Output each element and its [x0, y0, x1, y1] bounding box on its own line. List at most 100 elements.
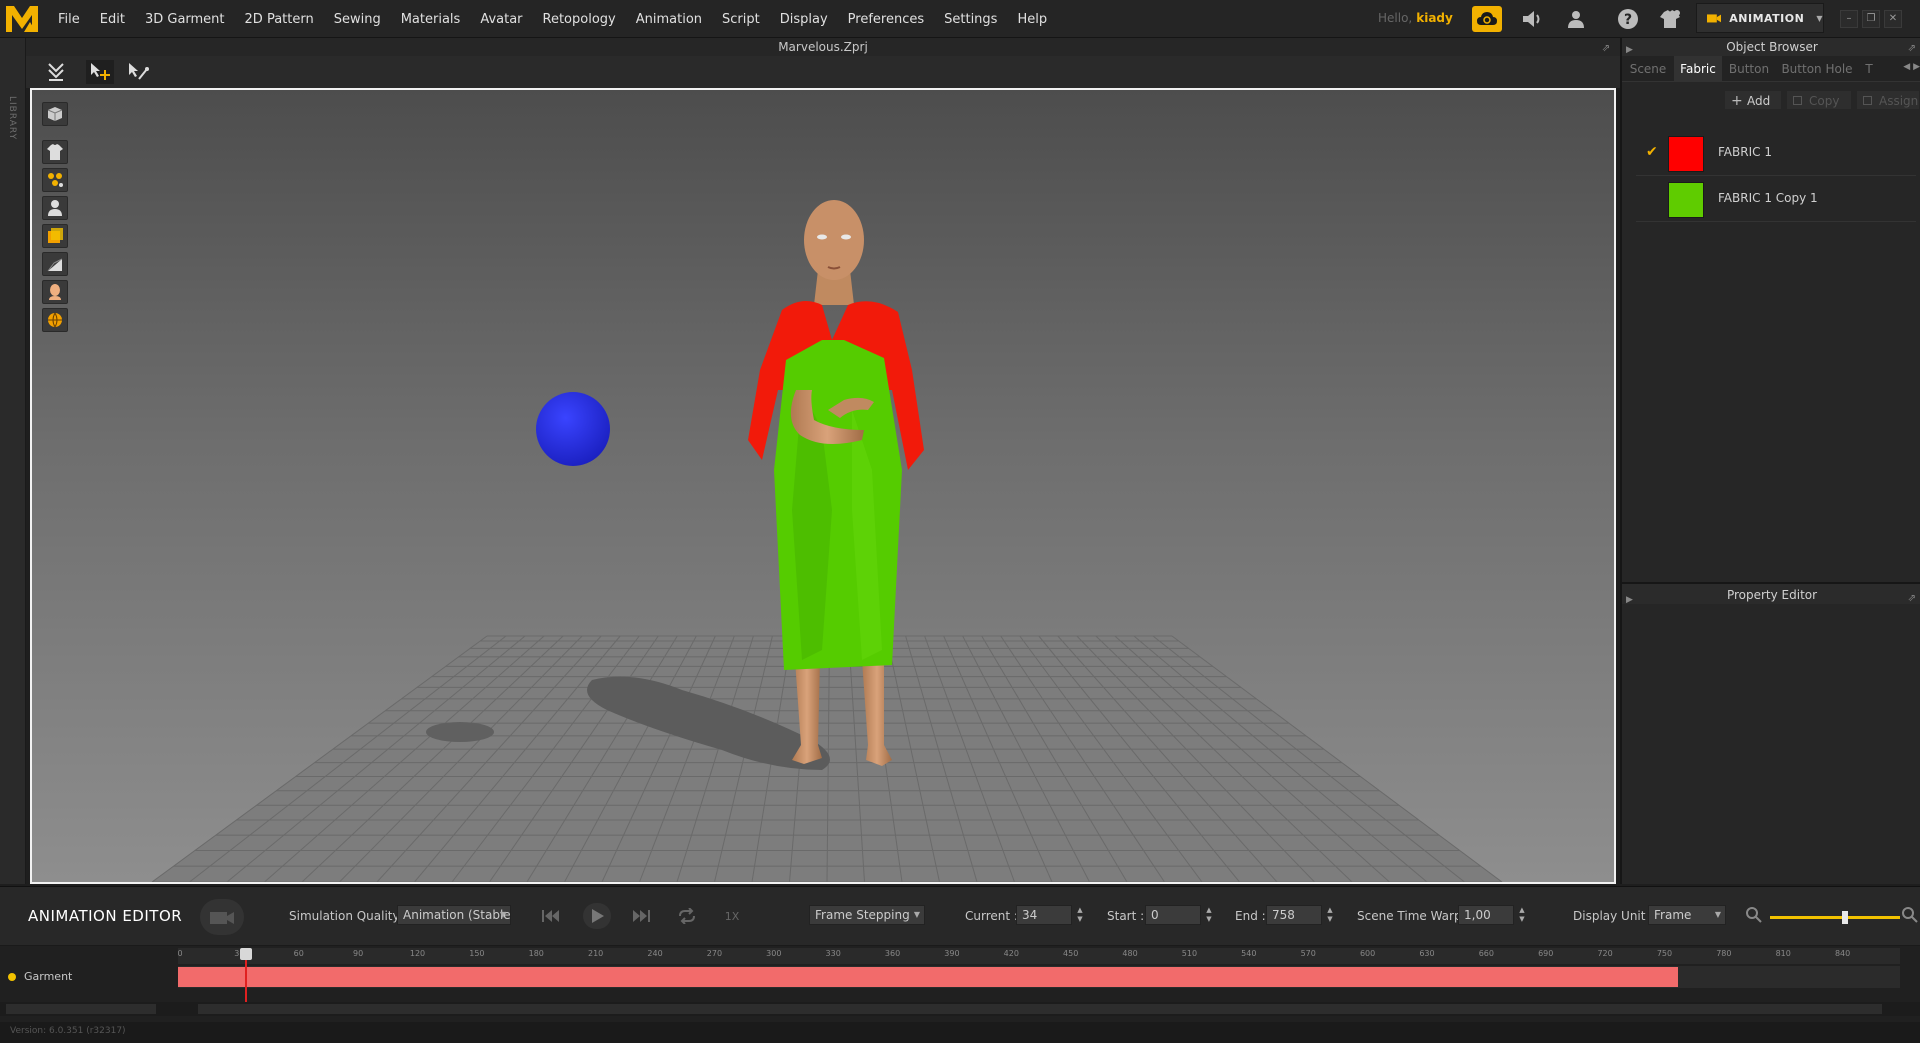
frame-stepping-select[interactable]: Frame Stepping ▼	[809, 905, 925, 925]
spinner-arrows-icon[interactable]: ▲ ▼	[1073, 906, 1087, 926]
assign-fabric-button[interactable]: Assign	[1856, 90, 1920, 110]
select-move-tool[interactable]	[86, 60, 114, 84]
tshirt-add-icon[interactable]	[1656, 6, 1684, 32]
environment-button[interactable]	[42, 308, 68, 332]
track-area[interactable]	[178, 948, 1900, 1014]
cloud-sync-icon[interactable]	[1472, 6, 1502, 32]
playhead-handle[interactable]	[240, 948, 253, 960]
fabric-swatch[interactable]	[1668, 136, 1704, 172]
fabric-list-item[interactable]: ✔ FABRIC 1	[1636, 130, 1916, 176]
ruler-tick-label: 720	[1597, 949, 1613, 958]
tab-button[interactable]: Button	[1722, 56, 1776, 82]
restore-button[interactable]: ❐	[1862, 10, 1880, 28]
popout-icon[interactable]: ⇗	[1908, 588, 1916, 610]
start-frame-input[interactable]: 0 ▲ ▼	[1145, 905, 1212, 925]
rewind-button[interactable]	[537, 903, 565, 929]
plus-icon: +	[1731, 93, 1743, 109]
animation-controls: ANIMATION EDITOR Simulation Quality Anim…	[0, 886, 1920, 946]
pin-icon[interactable]: ▶	[1626, 589, 1633, 611]
tab-scene[interactable]: Scene	[1622, 56, 1674, 82]
end-frame-input[interactable]: 758 ▲ ▼	[1266, 905, 1333, 925]
menu-settings[interactable]: Settings	[934, 0, 1007, 38]
close-button[interactable]: ✕	[1884, 10, 1902, 28]
timeline-zoom-slider[interactable]	[1770, 911, 1900, 924]
current-frame-input[interactable]: 34 ▲ ▼	[1016, 905, 1083, 925]
simulate-icon	[48, 63, 64, 81]
menu-materials[interactable]: Materials	[391, 0, 471, 38]
scene-time-warp-input[interactable]: 1,00 ▲ ▼	[1458, 905, 1525, 925]
play-button[interactable]	[583, 903, 611, 929]
show-pattern-button[interactable]	[42, 224, 68, 248]
zoom-in-icon[interactable]	[1902, 907, 1918, 927]
show-avatar-button[interactable]	[42, 196, 68, 220]
track-list-scrollbar[interactable]	[6, 1004, 156, 1014]
speaker-icon[interactable]	[1518, 6, 1546, 32]
minimize-button[interactable]: –	[1840, 10, 1858, 28]
fabric-list-item[interactable]: FABRIC 1 Copy 1	[1636, 176, 1916, 222]
3d-viewport[interactable]	[30, 88, 1616, 884]
spinner-arrows-icon[interactable]: ▲ ▼	[1515, 906, 1529, 926]
menu-edit[interactable]: Edit	[90, 0, 135, 38]
menu-avatar[interactable]: Avatar	[470, 0, 532, 38]
menu-3d-garment[interactable]: 3D Garment	[135, 0, 235, 38]
3d-scene[interactable]	[32, 90, 1614, 882]
chevron-down-icon: ▼	[913, 910, 920, 919]
menu-2d-pattern[interactable]: 2D Pattern	[235, 0, 324, 38]
ruler-tick-label: 120	[409, 949, 426, 958]
ruler-tick-label: 0	[177, 949, 183, 958]
zoom-out-icon[interactable]	[1746, 907, 1762, 927]
ruler-tick-label: 330	[825, 949, 841, 958]
library-panel-collapsed[interactable]: LIBRARY	[0, 38, 26, 884]
avatar-skin-button[interactable]	[42, 280, 68, 304]
simulation-quality-select[interactable]: Animation (Stable ▼	[397, 905, 511, 925]
playback-speed-button[interactable]: 1X	[718, 903, 746, 929]
spinner-arrows-icon[interactable]: ▲ ▼	[1202, 906, 1216, 926]
spinner-arrows-icon[interactable]: ▲ ▼	[1323, 906, 1337, 926]
garment-icon	[47, 144, 63, 160]
user-account-icon[interactable]	[1562, 6, 1590, 32]
garment-track-bar[interactable]	[178, 967, 1679, 987]
menu-file[interactable]: File	[48, 0, 90, 38]
menu-retopology[interactable]: Retopology	[533, 0, 626, 38]
start-frame-label: Start :	[1107, 909, 1145, 923]
menu-display[interactable]: Display	[770, 0, 838, 38]
blue-sphere[interactable]	[536, 392, 610, 466]
mode-selector[interactable]: ANIMATION ▼	[1696, 3, 1824, 33]
track-label[interactable]: Garment	[0, 966, 178, 988]
menu-animation[interactable]: Animation	[626, 0, 712, 38]
timeline-horizontal-scrollbar[interactable]	[198, 1004, 1882, 1014]
menu-script[interactable]: Script	[712, 0, 770, 38]
timeline[interactable]: 0306090120150180210240270300330360390420…	[0, 946, 1920, 1022]
track-visibility-dot[interactable]	[8, 973, 16, 981]
show-particles-button[interactable]	[42, 168, 68, 192]
copy-fabric-button[interactable]: Copy	[1786, 90, 1852, 110]
chevron-down-icon: ▼	[1714, 910, 1721, 919]
timeline-ruler[interactable]: 0306090120150180210240270300330360390420…	[177, 948, 1900, 964]
tab-button-hole[interactable]: Button Hole	[1776, 56, 1858, 82]
menu-sewing[interactable]: Sewing	[324, 0, 391, 38]
slider-handle[interactable]	[1842, 911, 1849, 924]
view-cube-button[interactable]	[42, 102, 68, 126]
help-icon[interactable]: ?	[1614, 6, 1642, 32]
simulate-button[interactable]	[42, 60, 70, 84]
record-camera-button[interactable]	[200, 899, 244, 935]
show-garment-button[interactable]	[42, 140, 68, 164]
display-unit-select[interactable]: Frame ▼	[1648, 905, 1726, 925]
fabric-swatch[interactable]	[1668, 182, 1704, 218]
tab-scroll-arrows-icon[interactable]: ◀ ▶	[1903, 62, 1920, 72]
pattern-icon	[48, 228, 63, 243]
select-mesh-tool[interactable]	[124, 60, 152, 84]
popout-icon[interactable]: ⇗	[1600, 40, 1612, 54]
username[interactable]: kiady	[1416, 11, 1453, 25]
show-texture-button[interactable]	[42, 252, 68, 276]
add-fabric-button[interactable]: + Add	[1724, 90, 1782, 110]
assign-label: Assign	[1879, 94, 1919, 108]
ruler-tick-label: 840	[1834, 949, 1851, 958]
tab-fabric[interactable]: Fabric	[1674, 56, 1722, 82]
menu-help[interactable]: Help	[1007, 0, 1057, 38]
avatar-head-icon	[49, 284, 61, 300]
loop-button[interactable]	[673, 903, 701, 929]
menu-preferences[interactable]: Preferences	[838, 0, 934, 38]
skip-forward-button[interactable]	[627, 903, 655, 929]
tab-truncated[interactable]: T	[1858, 56, 1880, 82]
